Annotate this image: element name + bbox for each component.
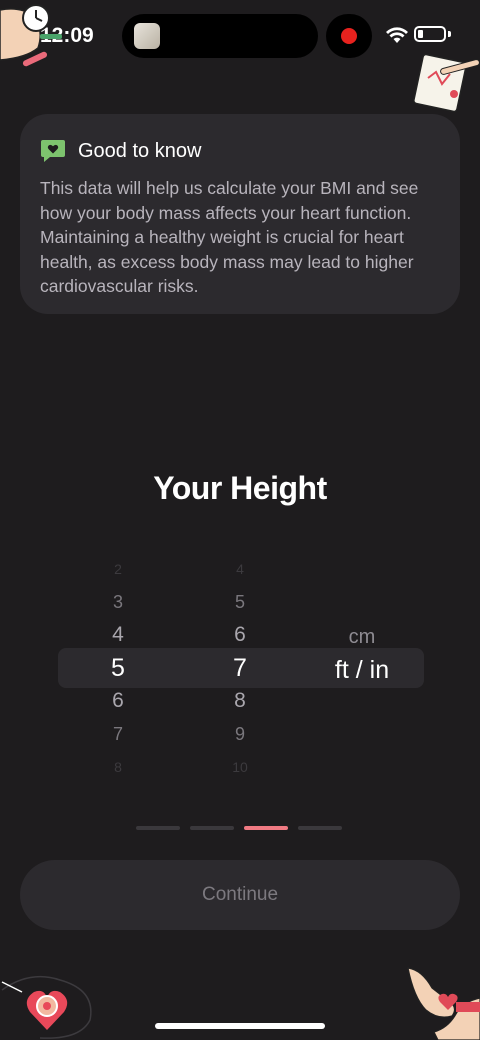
inches-option[interactable]: 8: [190, 690, 290, 711]
battery-icon: [414, 26, 446, 42]
feet-option[interactable]: 8: [68, 760, 168, 774]
heart-badge-illustration: [1, 975, 92, 1039]
inches-option[interactable]: 10: [190, 760, 290, 774]
info-card-header: Good to know: [40, 136, 440, 166]
inches-option[interactable]: 5: [190, 593, 290, 611]
info-card-body: This data will help us calculate your BM…: [40, 178, 419, 296]
progress-step: [136, 826, 180, 830]
step-progress: [136, 826, 342, 830]
progress-step-current: [244, 826, 288, 830]
feet-option[interactable]: 4: [68, 624, 168, 645]
feet-selected[interactable]: 5: [68, 656, 168, 681]
screen-record-indicator: [326, 14, 372, 58]
feet-option[interactable]: 3: [68, 593, 168, 611]
inches-option[interactable]: 4: [190, 562, 290, 576]
battery-level: [418, 30, 423, 38]
clock-hand-illustration: [0, 4, 62, 67]
good-to-know-card: Good to know This data will help us calc…: [20, 114, 460, 314]
hands-heart-illustration: [407, 967, 480, 1040]
status-bar: 12:09: [0, 0, 480, 72]
heart-chat-icon: [41, 140, 65, 162]
battery-tip: [448, 31, 451, 37]
screen-record-icon: [341, 28, 357, 44]
progress-step: [190, 826, 234, 830]
page-title: Your Height: [153, 470, 327, 506]
unit-option-ft-in[interactable]: ft / in: [312, 656, 412, 685]
notepad-pen-illustration: [413, 53, 480, 113]
continue-button[interactable]: Continue: [20, 860, 460, 930]
home-indicator[interactable]: [155, 1023, 325, 1029]
island-thumbnail: [134, 23, 160, 49]
feet-option[interactable]: 7: [68, 725, 168, 743]
inches-option[interactable]: 6: [190, 624, 290, 645]
unit-option-cm[interactable]: cm: [312, 626, 412, 649]
inches-selected[interactable]: 7: [190, 656, 290, 681]
wifi-icon: [386, 27, 408, 43]
feet-option[interactable]: 6: [68, 690, 168, 711]
dynamic-island: [122, 14, 318, 58]
feet-option[interactable]: 2: [68, 562, 168, 576]
inches-option[interactable]: 9: [190, 725, 290, 743]
progress-step: [298, 826, 342, 830]
info-card-title: Good to know: [78, 139, 202, 162]
